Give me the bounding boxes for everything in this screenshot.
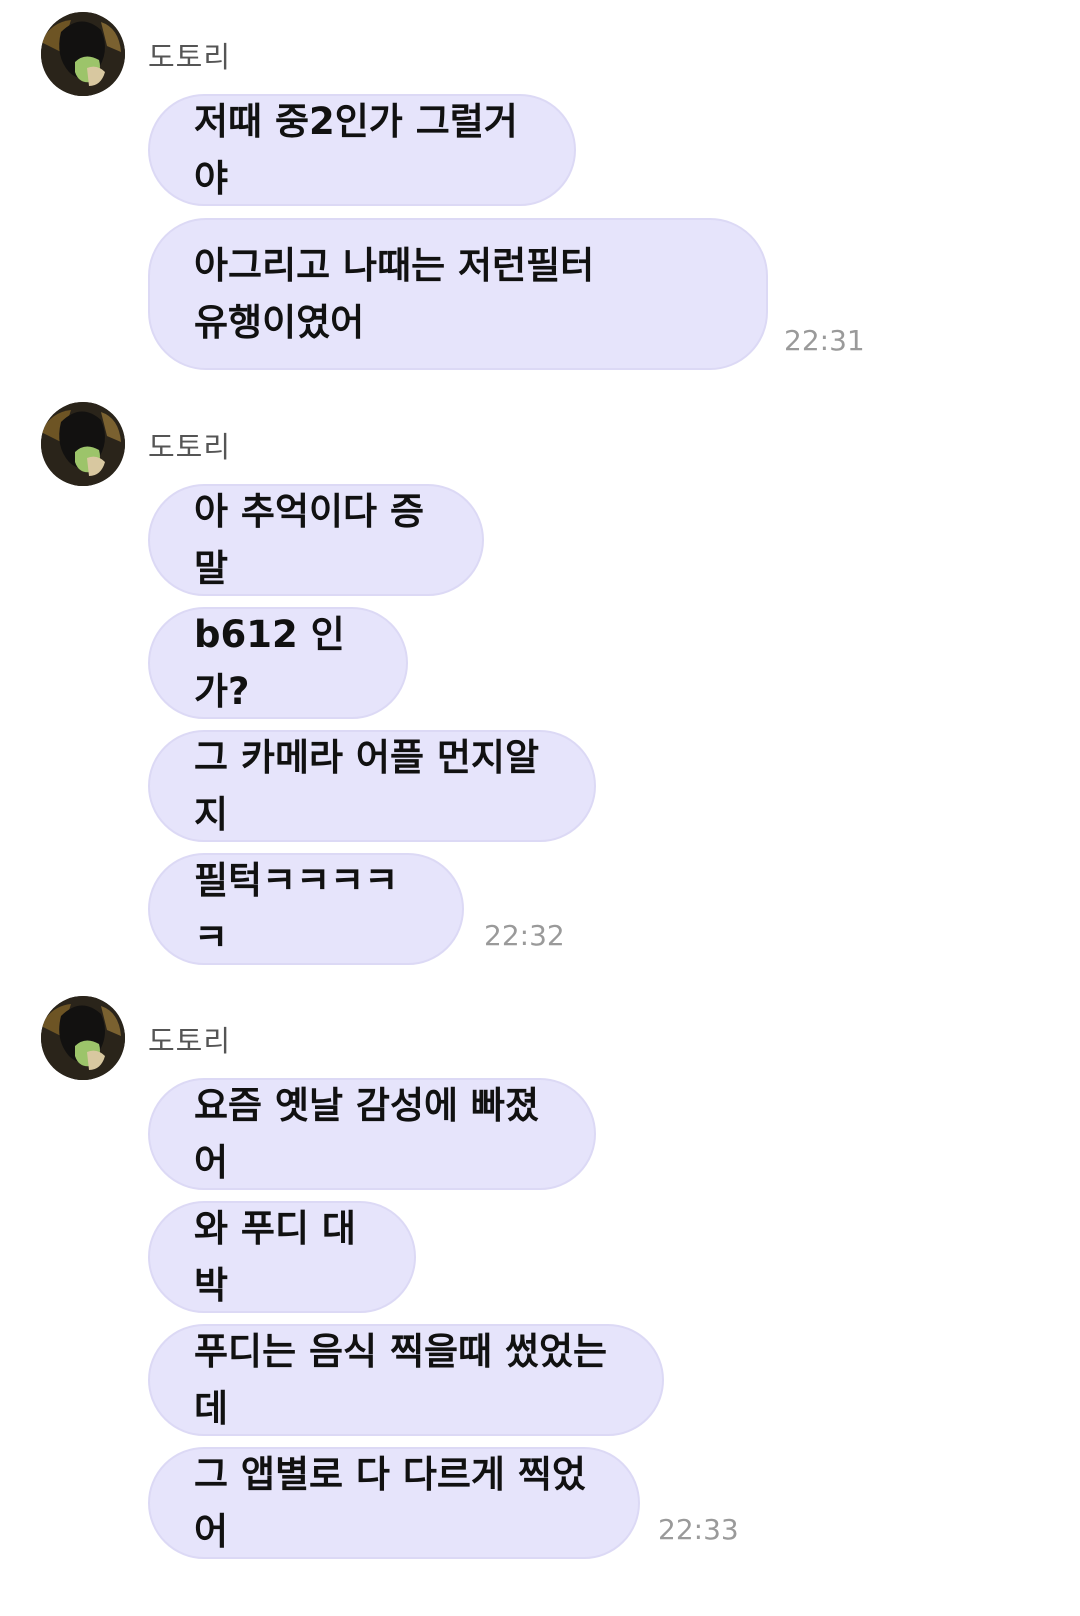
message-bubble[interactable]: 아 추억이다 증말 [148, 484, 484, 596]
message-bubble[interactable]: b612 인가? [148, 607, 408, 719]
message-bubble[interactable]: 요즘 옛날 감성에 빠졌어 [148, 1078, 596, 1190]
message-bubble[interactable]: 아그리고 나때는 저런필터 유행이였어 [148, 218, 768, 370]
sender-name: 도토리 [148, 430, 232, 464]
avatar[interactable] [41, 402, 125, 486]
message-time: 22:31 [784, 324, 865, 357]
avatar[interactable] [41, 12, 125, 96]
message-text: 아그리고 나때는 저런필터 유행이였어 [194, 244, 595, 344]
message-bubble[interactable]: 그 앱별로 다 다르게 찍었어 [148, 1447, 640, 1559]
chat-log: 도토리 저때 중2인가 그럴거야 아그리고 나때는 저런필터 유행이였어 22:… [0, 0, 1080, 1616]
message-text: 요즘 옛날 감성에 빠졌어 [194, 1084, 540, 1184]
message-time: 22:33 [658, 1513, 739, 1546]
message-bubble[interactable]: 그 카메라 어플 먼지알지 [148, 730, 596, 842]
message-bubble[interactable]: 푸디는 음식 찍을때 썼었는데 [148, 1324, 664, 1436]
message-text: 필턱ㅋㅋㅋㅋㅋ [194, 859, 399, 959]
message-bubble[interactable]: 필턱ㅋㅋㅋㅋㅋ [148, 853, 464, 965]
avatar[interactable] [41, 996, 125, 1080]
message-text: 그 카메라 어플 먼지알지 [194, 736, 540, 836]
message-time: 22:32 [484, 919, 565, 952]
message-text: 저때 중2인가 그럴거야 [194, 100, 518, 200]
message-text: 그 앱별로 다 다르게 찍었어 [194, 1453, 586, 1553]
sender-name: 도토리 [148, 1024, 232, 1058]
message-text: b612 인가? [194, 613, 345, 713]
message-bubble[interactable]: 와 푸디 대박 [148, 1201, 416, 1313]
message-text: 아 추억이다 증말 [194, 490, 425, 590]
message-text: 와 푸디 대박 [194, 1207, 356, 1307]
message-text: 푸디는 음식 찍을때 썼었는데 [194, 1330, 608, 1430]
sender-name: 도토리 [148, 40, 232, 74]
message-bubble[interactable]: 저때 중2인가 그럴거야 [148, 94, 576, 206]
